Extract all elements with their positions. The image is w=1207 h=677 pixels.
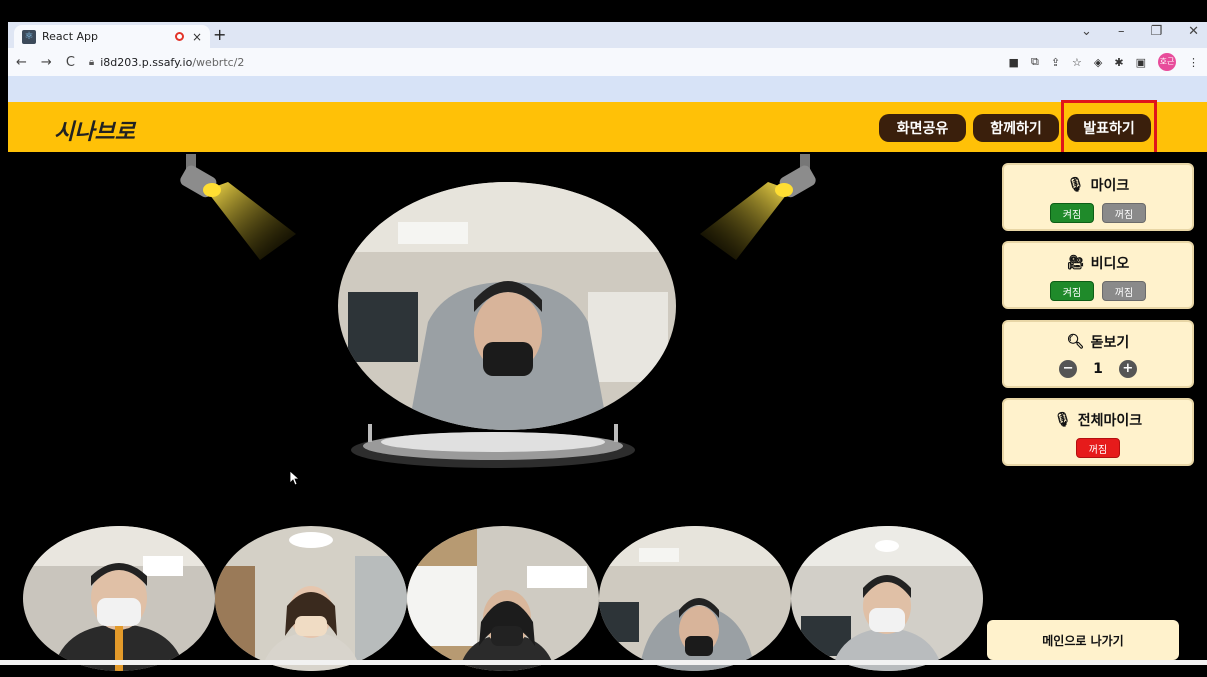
lock-icon: 🔒︎ xyxy=(88,56,95,68)
participant-video xyxy=(215,526,407,671)
toolbar-icons: ■ ⧉ ⇪ ☆ ◈ ✱ ▣ 호근 ⋮ xyxy=(1009,53,1199,71)
mouse-cursor-icon xyxy=(289,470,301,486)
profile-avatar[interactable]: 호근 xyxy=(1158,53,1176,71)
participant-video-frame xyxy=(599,526,791,671)
reload-icon[interactable]: C xyxy=(66,55,75,70)
highlight-box xyxy=(1061,100,1157,155)
menu-kebab-icon[interactable]: ⋮ xyxy=(1188,56,1199,69)
forward-arrow-icon[interactable]: → xyxy=(41,55,52,70)
url-path: /webrtc/2 xyxy=(192,55,245,69)
back-arrow-icon[interactable]: ← xyxy=(16,55,27,70)
translate-icon[interactable]: ⧉ xyxy=(1031,55,1039,69)
zoom-plus-button[interactable]: + xyxy=(1118,360,1137,378)
podium-icon xyxy=(351,424,635,468)
bookmarks-bar xyxy=(8,76,1207,102)
screenshot-frame: ⚛ React App × + ⌄ – ❐ ✕ ← → C 🔒︎ i8d203.… xyxy=(0,0,1207,677)
video-title: 비디오 xyxy=(1090,256,1130,272)
zoom-panel: 🔍︎ 돋보기 − 1 + xyxy=(1002,320,1194,388)
microphone-icon: 🎙︎ xyxy=(1066,177,1085,193)
puzzle-icon[interactable]: ✱ xyxy=(1114,56,1123,69)
browser-window: ⚛ React App × + ⌄ – ❐ ✕ ← → C 🔒︎ i8d203.… xyxy=(8,22,1207,671)
video-on-button[interactable]: 켜짐 xyxy=(1050,281,1094,301)
app-header: 시나브로 화면공유 함께하기 발표하기 xyxy=(8,102,1207,152)
presenter-video-frame xyxy=(338,182,676,430)
participant-video-frame xyxy=(407,526,599,671)
tab-search-button[interactable]: ⌄ xyxy=(1081,24,1092,39)
video-panel: 🎥︎ 비디오 켜짐 꺼짐 xyxy=(1002,241,1194,309)
share-icon[interactable]: ⇪ xyxy=(1051,56,1060,69)
all-mic-panel: 🎙︎ 전체마이크 꺼짐 xyxy=(1002,398,1194,466)
mic-off-button[interactable]: 꺼짐 xyxy=(1102,203,1146,223)
participant-video xyxy=(407,526,599,671)
zoom-title: 돋보기 xyxy=(1090,335,1130,351)
extension-icon[interactable]: ◈ xyxy=(1094,56,1102,69)
zoom-minus-button[interactable]: − xyxy=(1059,360,1078,378)
zoom-level: 1 xyxy=(1093,361,1103,377)
video-camera-icon: 🎥︎ xyxy=(1066,255,1085,271)
mic-title: 마이크 xyxy=(1090,178,1130,194)
participant-video xyxy=(791,526,983,671)
microphone-icon: 🎙︎ xyxy=(1053,412,1072,428)
participant-video-frame xyxy=(791,526,983,671)
new-tab-button[interactable]: + xyxy=(213,25,226,44)
video-off-button[interactable]: 꺼짐 xyxy=(1102,281,1146,301)
left-spotlight-icon xyxy=(180,154,296,260)
url-field[interactable]: 🔒︎ i8d203.p.ssafy.io /webrtc/2 xyxy=(88,51,1009,73)
restore-button[interactable]: ❐ xyxy=(1150,24,1162,39)
tab-title: React App xyxy=(42,30,99,43)
participant-video-frame xyxy=(23,526,215,671)
minimize-button[interactable]: – xyxy=(1118,24,1125,39)
browser-tab[interactable]: ⚛ React App × xyxy=(14,25,210,48)
exit-to-main-button[interactable]: 메인으로 나가기 xyxy=(987,620,1179,660)
tab-bar: ⚛ React App × + ⌄ – ❐ ✕ xyxy=(8,22,1207,48)
mic-on-button[interactable]: 켜짐 xyxy=(1050,203,1094,223)
address-bar: ← → C 🔒︎ i8d203.p.ssafy.io /webrtc/2 ■ ⧉… xyxy=(8,48,1207,76)
all-mic-off-button[interactable]: 꺼짐 xyxy=(1076,438,1120,458)
mic-panel: 🎙︎ 마이크 켜짐 꺼짐 xyxy=(1002,163,1194,231)
camera-icon[interactable]: ■ xyxy=(1009,56,1019,69)
url-host: i8d203.p.ssafy.io xyxy=(100,55,193,69)
magnifier-icon: 🔍︎ xyxy=(1066,334,1085,350)
window-controls: ⌄ – ❐ ✕ xyxy=(1081,24,1199,39)
all-mic-title: 전체마이크 xyxy=(1077,413,1143,429)
sidepanel-icon[interactable]: ▣ xyxy=(1136,56,1146,69)
app-logo[interactable]: 시나브로 xyxy=(54,114,135,146)
screen-share-button[interactable]: 화면공유 xyxy=(879,114,966,142)
react-logo-icon: ⚛ xyxy=(22,29,36,44)
participant-video-frame xyxy=(215,526,407,671)
bottom-divider xyxy=(0,660,1207,665)
participant-video xyxy=(23,526,215,671)
close-window-button[interactable]: ✕ xyxy=(1188,24,1199,39)
bookmark-star-icon[interactable]: ☆ xyxy=(1072,56,1082,69)
right-spotlight-icon xyxy=(700,154,816,260)
presenter-video xyxy=(338,182,676,430)
participant-video xyxy=(599,526,791,671)
tab-close-button[interactable]: × xyxy=(192,30,202,44)
together-button[interactable]: 함께하기 xyxy=(973,114,1059,142)
recording-icon xyxy=(174,32,184,41)
